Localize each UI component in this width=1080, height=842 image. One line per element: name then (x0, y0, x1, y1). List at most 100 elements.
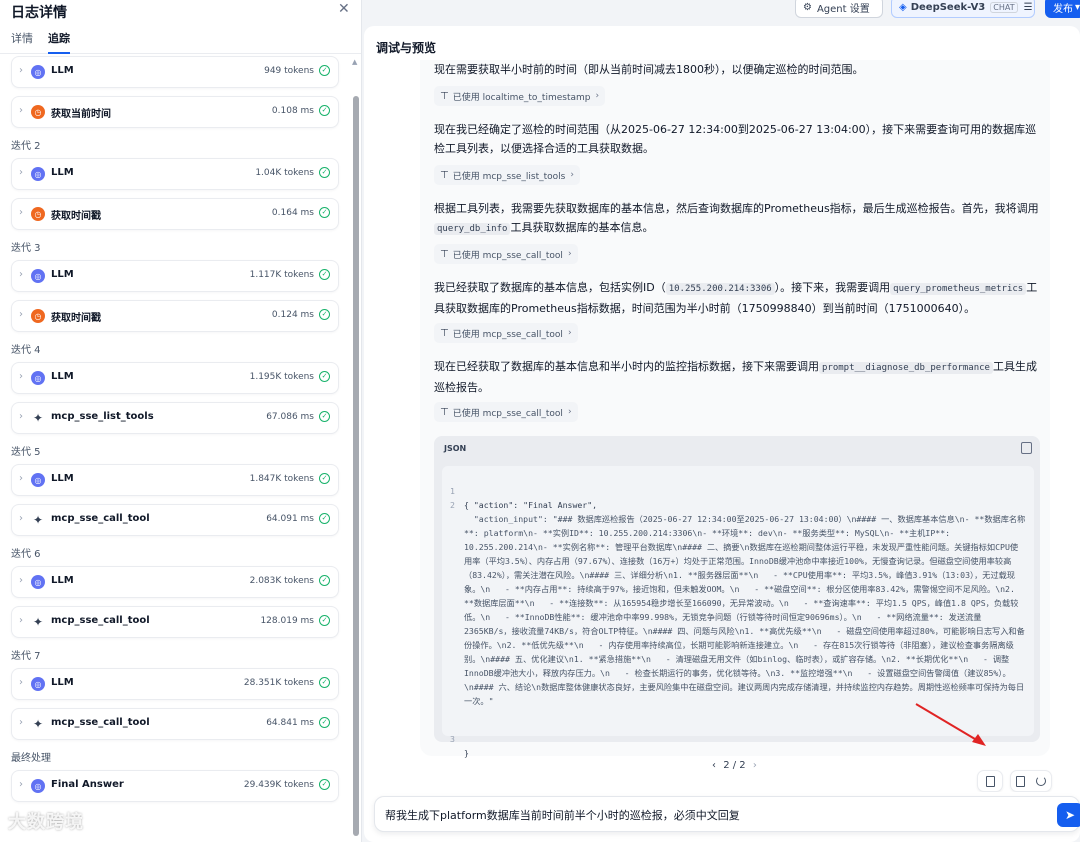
span-metric: 29.439K tokens (243, 780, 314, 790)
trace-span-row[interactable]: › ✦ mcp_sse_list_tools 67.086 ms ✓ (11, 402, 339, 434)
span-name: LLM (51, 677, 74, 688)
span-name: 获取时间戳 (51, 211, 101, 222)
tool-call-label: 已使用 localtime_to_timestamp (452, 92, 591, 103)
trace-span-row[interactable]: › ◎ LLM 1.195K tokens ✓ (11, 362, 339, 394)
tool-call-chip[interactable]: ⊤ 已使用 mcp_sse_call_tool › (434, 402, 578, 422)
chevron-right-icon[interactable]: › (19, 717, 23, 728)
check-circle-icon: ✓ (319, 309, 330, 320)
trace-span-row[interactable]: › ◎ Final Answer 29.439K tokens ✓ (11, 770, 339, 802)
scrollbar[interactable]: ▲ (352, 56, 360, 842)
chevron-right-icon[interactable]: › (19, 105, 23, 116)
chevron-right-icon[interactable]: › (19, 269, 23, 280)
trace-span-row[interactable]: › ✦ mcp_sse_call_tool 64.091 ms ✓ (11, 504, 339, 536)
tool-icon: ⊤ (440, 90, 449, 102)
span-metric: 0.124 ms (271, 310, 314, 320)
response-pager: ‹ 2 / 2 › (712, 760, 757, 771)
chevron-right-icon[interactable]: › (19, 207, 23, 218)
iteration-label: 迭代 6 (11, 549, 41, 560)
span-metric: 949 tokens (264, 66, 314, 76)
chat-input[interactable]: 帮我生成下platform数据库当前时间前半个小时的巡检报，必须中文回复 (385, 807, 740, 823)
span-name: Final Answer (51, 779, 124, 790)
code-language-label: JSON (444, 444, 467, 453)
chevron-right-icon[interactable]: › (19, 371, 23, 382)
check-circle-icon: ✓ (319, 167, 330, 178)
model-logo-icon: ◈ (899, 1, 907, 13)
trace-span-row[interactable]: › ✦ mcp_sse_call_tool 64.841 ms ✓ (11, 708, 339, 740)
pager-next-button[interactable]: › (753, 760, 757, 771)
iteration-label: 最终处理 (11, 753, 51, 764)
copy-icon[interactable] (1021, 442, 1032, 454)
trace-span-row[interactable]: › ◷ 获取时间戳 0.124 ms ✓ (11, 300, 339, 332)
clock-icon: ◷ (31, 105, 45, 119)
span-name: mcp_sse_call_tool (51, 717, 150, 728)
chevron-right-icon[interactable]: › (19, 65, 23, 76)
thought-paragraph-2: 现在我已经确定了巡检的时间范围（从2025-06-27 12:34:00到202… (434, 123, 1037, 155)
trace-span-row[interactable]: › ◎ LLM 28.351K tokens ✓ (11, 668, 339, 700)
agent-settings-button[interactable]: ⚙ Agent 设置 (795, 0, 883, 18)
trace-span-row[interactable]: › ◎ LLM 2.083K tokens ✓ (11, 566, 339, 598)
chevron-right-icon[interactable]: › (19, 411, 23, 422)
send-button[interactable]: ➤ (1057, 803, 1080, 827)
trace-span-row[interactable]: › ◷ 获取时间戳 0.164 ms ✓ (11, 198, 339, 230)
copy-icon[interactable] (1016, 775, 1026, 787)
span-metric: 0.164 ms (271, 208, 314, 218)
settings-sliders-icon[interactable]: ☰ (1024, 2, 1033, 13)
tool-call-chip[interactable]: ⊤ 已使用 mcp_sse_list_tools › (434, 165, 580, 185)
chevron-down-icon: ▾ (1075, 1, 1080, 13)
inline-code: 10.255.200.214:3306 (665, 283, 775, 295)
span-name: mcp_sse_list_tools (51, 411, 154, 422)
tool-call-chip[interactable]: ⊤ 已使用 localtime_to_timestamp › (434, 86, 606, 106)
span-metric: 28.351K tokens (243, 678, 314, 688)
tab-details[interactable]: 详情 (11, 30, 33, 46)
view-log-button[interactable] (977, 770, 1003, 792)
app-window: 日志详情 ✕ 详情 追踪 › ◎ LLM 949 tokens ✓ › ◷ 获取当前时间 0.1… (0, 0, 1080, 842)
iteration-label: 迭代 5 (11, 447, 41, 458)
scrollbar-thumb[interactable] (353, 96, 359, 836)
span-metric: 2.083K tokens (249, 576, 314, 586)
trace-span-row[interactable]: › ◎ LLM 949 tokens ✓ (11, 56, 339, 88)
llm-icon: ◎ (31, 65, 45, 79)
regenerate-icon[interactable] (1035, 776, 1046, 786)
trace-span-row[interactable]: › ◎ LLM 1.847K tokens ✓ (11, 464, 339, 496)
close-icon[interactable]: ✕ (338, 1, 350, 17)
trace-list-scroll[interactable]: › ◎ LLM 949 tokens ✓ › ◷ 获取当前时间 0.108 ms ✓ 迭代 2 › ◎ L… (0, 54, 361, 842)
code-text: "action_input": "### 数据库巡检报告（2025-06-27 … (464, 514, 1026, 706)
check-circle-icon: ✓ (319, 105, 330, 116)
chevron-right-icon[interactable]: › (19, 309, 23, 320)
log-panel-header: 日志详情 ✕ (0, 0, 361, 26)
log-panel-tabs: 详情 追踪 (0, 26, 361, 54)
chevron-right-icon[interactable]: › (19, 473, 23, 484)
tab-trace[interactable]: 追踪 (48, 30, 70, 46)
tool-call-label: 已使用 mcp_sse_call_tool (452, 250, 563, 261)
trace-span-row[interactable]: › ◷ 获取当前时间 0.108 ms ✓ (11, 96, 339, 128)
pager-prev-button[interactable]: ‹ (712, 760, 716, 771)
chevron-right-icon[interactable]: › (19, 615, 23, 626)
trace-span-row[interactable]: › ✦ mcp_sse_call_tool 128.019 ms ✓ (11, 606, 339, 638)
tool-call-chip[interactable]: ⊤ 已使用 mcp_sse_call_tool › (434, 323, 578, 343)
model-selector[interactable]: ◈ DeepSeek-V3 CHAT ☰ (891, 0, 1035, 18)
tool-icon: ⊤ (440, 169, 449, 181)
chat-input-bar: 帮我生成下platform数据库当前时间前半个小时的巡检报，必须中文回复 ➤ (374, 796, 1080, 832)
scroll-up-icon[interactable]: ▲ (352, 58, 357, 66)
chevron-right-icon[interactable]: › (19, 677, 23, 688)
chevron-right-icon: › (567, 249, 572, 259)
trace-span-row[interactable]: › ◎ LLM 1.117K tokens ✓ (11, 260, 339, 292)
model-mode-tag: CHAT (990, 1, 1018, 13)
chevron-right-icon: › (567, 407, 572, 417)
chevron-right-icon[interactable]: › (19, 513, 23, 524)
llm-icon: ◎ (31, 779, 45, 793)
trace-span-row[interactable]: › ◎ LLM 1.04K tokens ✓ (11, 158, 339, 190)
chevron-right-icon[interactable]: › (19, 575, 23, 586)
chevron-right-icon[interactable]: › (19, 779, 23, 790)
publish-button[interactable]: 发布 ▾ (1045, 0, 1080, 18)
llm-icon: ◎ (31, 371, 45, 385)
chevron-right-icon[interactable]: › (19, 167, 23, 178)
code-body: 1 { "action": "Final Answer", 2 "action_… (442, 466, 1034, 758)
span-name: LLM (51, 269, 74, 280)
text: 我已经获取了数据库的基本信息，包括实例ID（ (434, 281, 666, 294)
llm-icon: ◎ (31, 167, 45, 181)
code-line: 3 } (442, 718, 501, 774)
code-line: 2 "action_input": "### 数据库巡检报告（2025-06-2… (442, 484, 1025, 706)
tool-call-chip[interactable]: ⊤ 已使用 mcp_sse_call_tool › (434, 244, 578, 264)
chat-area[interactable]: 现在需要获取半小时前的时间（即从当前时间减去1800秒），以便确定巡检的时间范围… (364, 60, 1080, 792)
